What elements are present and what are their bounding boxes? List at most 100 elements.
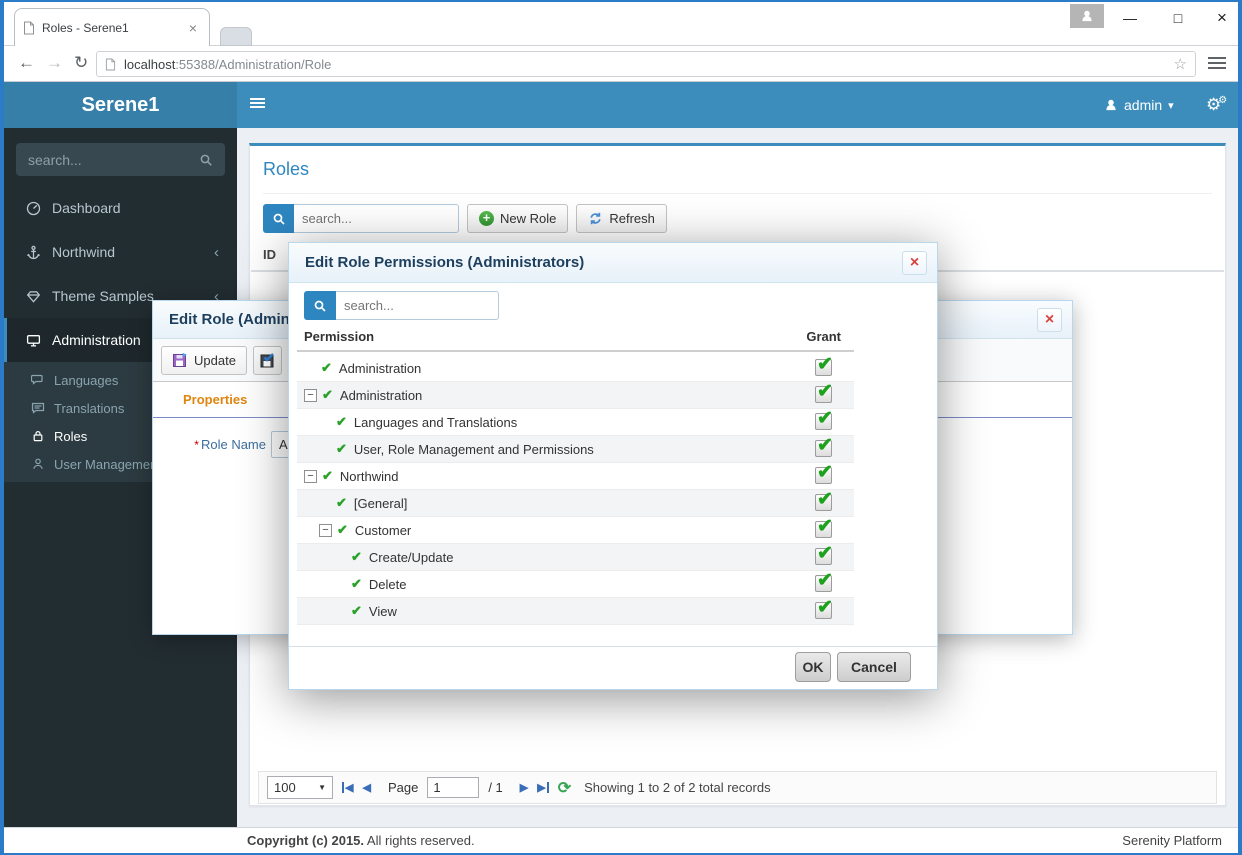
back-button[interactable]: ←: [18, 53, 35, 73]
sidebar-item-label: Northwind: [52, 244, 115, 260]
search-button[interactable]: [263, 204, 294, 233]
footer-copyright-strong: Copyright (c) 2015.: [247, 833, 364, 848]
permissions-dialog-title: Edit Role Permissions (Administrators): [289, 243, 937, 283]
permissions-search-input[interactable]: [336, 291, 499, 320]
check-icon: ✔: [336, 441, 347, 457]
refresh-button[interactable]: Refresh: [576, 204, 667, 233]
tab-title: Roles - Serene1: [42, 21, 185, 35]
tab-properties[interactable]: Properties: [183, 382, 247, 418]
tree-row[interactable]: ✔ Create/Update ✔: [297, 544, 854, 571]
edit-role-close-button[interactable]: ×: [1037, 308, 1062, 332]
sidebar-item-label: Theme Samples: [52, 288, 154, 304]
next-page-button[interactable]: ▶: [520, 781, 528, 794]
grant-checkbox[interactable]: ✔: [815, 467, 832, 484]
grant-checkbox[interactable]: ✔: [815, 494, 832, 511]
browser-profile-button[interactable]: [1070, 4, 1104, 28]
permission-label: User, Role Management and Permissions: [354, 442, 594, 457]
grant-checkbox[interactable]: ✔: [815, 359, 832, 376]
ok-button[interactable]: OK: [795, 652, 831, 682]
check-icon: ✔: [351, 603, 362, 619]
window-minimize-button[interactable]: —: [1108, 4, 1152, 32]
tree-row[interactable]: ✔ [General] ✔: [297, 490, 854, 517]
collapse-icon[interactable]: −: [319, 524, 332, 537]
column-header-id[interactable]: ID: [263, 247, 276, 262]
grant-checkbox[interactable]: ✔: [815, 413, 832, 430]
tree-row[interactable]: − ✔ Northwind ✔: [297, 463, 854, 490]
window-close-button[interactable]: ×: [1200, 4, 1242, 32]
update-button[interactable]: Update: [161, 346, 247, 375]
grant-checkbox[interactable]: ✔: [815, 386, 832, 403]
browser-menu-icon[interactable]: [1208, 57, 1226, 72]
grant-checkbox[interactable]: ✔: [815, 575, 832, 592]
grant-checkbox[interactable]: ✔: [815, 548, 832, 565]
new-tab-button[interactable]: [220, 27, 252, 46]
tree-row[interactable]: − ✔ Administration ✔: [297, 382, 854, 409]
permission-label: Customer: [355, 523, 411, 538]
sidebar-item-dashboard[interactable]: Dashboard: [4, 186, 237, 230]
sidebar-toggle-icon[interactable]: [250, 98, 265, 110]
last-page-button[interactable]: ▶: [537, 781, 548, 794]
grid-toolbar: + New Role Refresh: [263, 204, 667, 233]
window-maximize-button[interactable]: □: [1156, 4, 1200, 32]
reload-button[interactable]: ↻: [74, 53, 88, 73]
pager-status: Showing 1 to 2 of 2 total records: [584, 780, 770, 795]
cancel-button[interactable]: Cancel: [837, 652, 911, 682]
role-name-label: *Role Name: [153, 431, 266, 459]
user-icon: [31, 457, 45, 471]
screen: Roles - Serene1 × — □ × ← → ↻ localhost:…: [0, 0, 1242, 855]
settings-gears-button[interactable]: ⚙⚙: [1206, 82, 1227, 128]
check-icon: ✔: [322, 387, 333, 403]
window-border-top: [0, 0, 1242, 2]
permission-label: Northwind: [340, 469, 399, 484]
prev-page-button[interactable]: ◀: [362, 781, 370, 794]
anchor-icon: [26, 245, 41, 260]
brand-logo[interactable]: Serene1: [4, 82, 237, 128]
tree-row[interactable]: ✔ Languages and Translations ✔: [297, 409, 854, 436]
permissions-close-button[interactable]: ×: [902, 251, 927, 275]
lock-icon: [31, 429, 45, 443]
user-menu[interactable]: admin ▾: [1104, 82, 1174, 128]
sidebar-item-label: Dashboard: [52, 200, 121, 216]
tree-row[interactable]: ✔ View ✔: [297, 598, 854, 625]
tree-row[interactable]: ✔ User, Role Management and Permissions …: [297, 436, 854, 463]
pager-refresh-icon[interactable]: ⟳: [558, 778, 571, 798]
grant-checkbox[interactable]: ✔: [815, 602, 832, 619]
grant-checkbox[interactable]: ✔: [815, 521, 832, 538]
bookmark-star-icon[interactable]: ☆: [1174, 55, 1187, 73]
chat-bubble-icon: [31, 373, 45, 387]
tab-close-icon[interactable]: ×: [185, 20, 201, 36]
permissions-tree: Permission Grant ✔ Administration ✔ − ✔ …: [297, 329, 854, 625]
grid-search-input[interactable]: [294, 204, 459, 233]
page-size-value: 100: [274, 780, 296, 795]
tree-row[interactable]: − ✔ Customer ✔: [297, 517, 854, 544]
page-number-input[interactable]: [427, 777, 479, 798]
sidebar-item-label: Roles: [54, 429, 87, 444]
search-button[interactable]: [304, 291, 336, 320]
tree-row[interactable]: ✔ Administration ✔: [297, 355, 854, 382]
chevron-left-icon: ‹: [214, 244, 219, 261]
search-icon: [313, 299, 327, 313]
address-bar[interactable]: localhost:55388/Administration/Role ☆: [96, 51, 1196, 77]
check-icon: ✔: [336, 414, 347, 430]
sidebar-item-northwind[interactable]: Northwind ‹: [4, 230, 237, 274]
browser-tab[interactable]: Roles - Serene1 ×: [14, 8, 210, 47]
collapse-icon[interactable]: −: [304, 389, 317, 402]
forward-button[interactable]: →: [46, 53, 63, 73]
page-size-select[interactable]: 100 ▼: [267, 776, 333, 799]
permission-label: [General]: [354, 496, 407, 511]
caret-down-icon: ▾: [1168, 99, 1174, 112]
grant-checkbox[interactable]: ✔: [815, 440, 832, 457]
collapse-icon[interactable]: −: [304, 470, 317, 483]
required-mark: *: [194, 438, 199, 452]
check-icon: ✔: [322, 468, 333, 484]
tree-row[interactable]: ✔ Delete ✔: [297, 571, 854, 598]
person-icon: [1080, 9, 1094, 23]
sidebar-search-input[interactable]: search...: [16, 143, 225, 176]
check-icon: ✔: [336, 495, 347, 511]
apply-changes-button[interactable]: [253, 346, 282, 375]
url-host: localhost: [124, 57, 175, 72]
new-role-button[interactable]: + New Role: [467, 204, 568, 233]
first-page-button[interactable]: ◀: [342, 781, 353, 794]
update-label: Update: [194, 353, 236, 368]
title-divider: [263, 193, 1212, 194]
